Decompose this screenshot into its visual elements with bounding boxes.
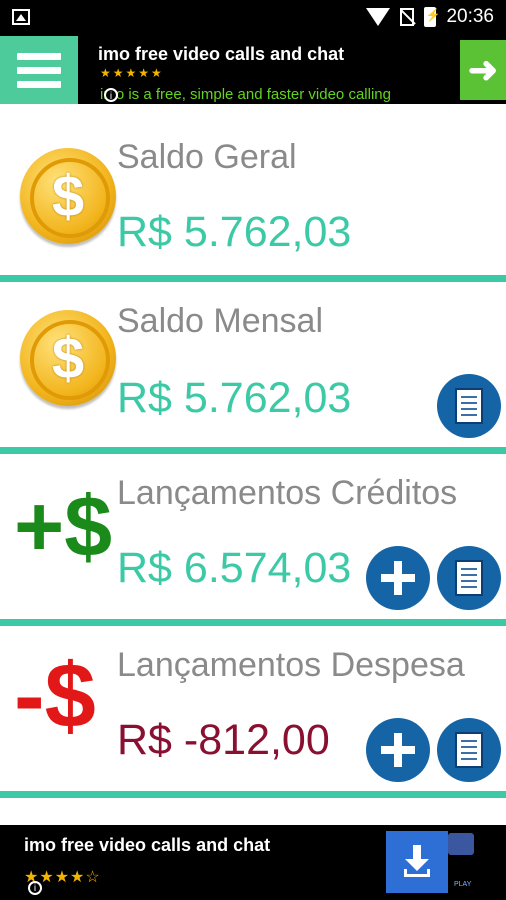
card-saldo-mensal[interactable]: $ Saldo Mensal R$ 5.762,03 — [0, 282, 506, 454]
download-button[interactable] — [386, 831, 448, 893]
add-expense-button[interactable] — [366, 718, 430, 782]
top-ad-arrow-button[interactable]: ➜ — [460, 40, 506, 100]
hamburger-icon-bar — [17, 66, 61, 74]
status-icons: 20:36 — [366, 6, 494, 28]
add-credit-button[interactable] — [366, 546, 430, 610]
card-divider — [0, 275, 506, 282]
top-ad-rating: ★★★★★ — [100, 66, 164, 80]
card-title: Saldo Mensal — [117, 302, 324, 340]
expenses-list-button[interactable] — [437, 718, 501, 782]
card-amount: R$ 5.762,03 — [117, 208, 352, 256]
download-icon — [400, 845, 434, 879]
card-divider — [0, 447, 506, 454]
top-ad-title[interactable]: imo free video calls and chat — [98, 44, 344, 65]
bottom-ad-banner[interactable]: imo free video calls and chat ★★★★☆ i PL… — [0, 825, 506, 900]
ad-side-image — [448, 833, 474, 855]
card-divider — [0, 619, 506, 626]
plus-icon — [381, 733, 415, 767]
coin-icon: $ — [20, 148, 116, 244]
document-icon — [455, 732, 483, 768]
card-title: Lançamentos Despesa — [117, 646, 465, 684]
battery-charging-icon — [424, 7, 440, 27]
card-saldo-geral[interactable]: $ Saldo Geral R$ 5.762,03 — [0, 104, 506, 282]
plus-icon — [381, 561, 415, 595]
bottom-ad-title[interactable]: imo free video calls and chat — [24, 835, 270, 856]
ad-info-icon[interactable]: i — [28, 881, 42, 895]
card-lancamentos-creditos[interactable]: +$ Lançamentos Créditos R$ 6.574,03 — [0, 454, 506, 626]
wifi-icon — [366, 8, 391, 26]
status-bar: 20:36 — [0, 0, 506, 36]
top-ad-description[interactable]: imo is a free, simple and faster video c… — [100, 86, 391, 103]
menu-button[interactable] — [0, 36, 78, 104]
document-icon — [455, 560, 483, 596]
store-label: PLAY — [454, 881, 472, 888]
plus-dollar-icon: +$ — [14, 479, 113, 575]
report-button[interactable] — [437, 374, 501, 438]
card-amount: R$ 5.762,03 — [117, 374, 352, 422]
status-time: 20:36 — [446, 6, 494, 27]
top-ad-banner[interactable]: imo free video calls and chat ★★★★★ imo … — [0, 36, 506, 104]
gallery-notification-icon — [12, 9, 30, 25]
card-lancamentos-despesa[interactable]: -$ Lançamentos Despesa R$ -812,00 — [0, 626, 506, 798]
no-sim-icon — [400, 8, 415, 26]
card-amount: R$ 6.574,03 — [117, 544, 352, 592]
minus-dollar-icon: -$ — [14, 645, 96, 747]
card-title: Lançamentos Créditos — [117, 474, 458, 512]
document-icon — [455, 388, 483, 424]
card-title: Saldo Geral — [117, 138, 297, 176]
hamburger-icon-bar — [17, 80, 61, 88]
card-amount: R$ -812,00 — [117, 716, 330, 764]
card-divider — [0, 791, 506, 798]
coin-icon: $ — [20, 310, 116, 406]
hamburger-icon-bar — [17, 52, 61, 60]
credits-list-button[interactable] — [437, 546, 501, 610]
ad-info-icon[interactable]: i — [104, 88, 118, 102]
